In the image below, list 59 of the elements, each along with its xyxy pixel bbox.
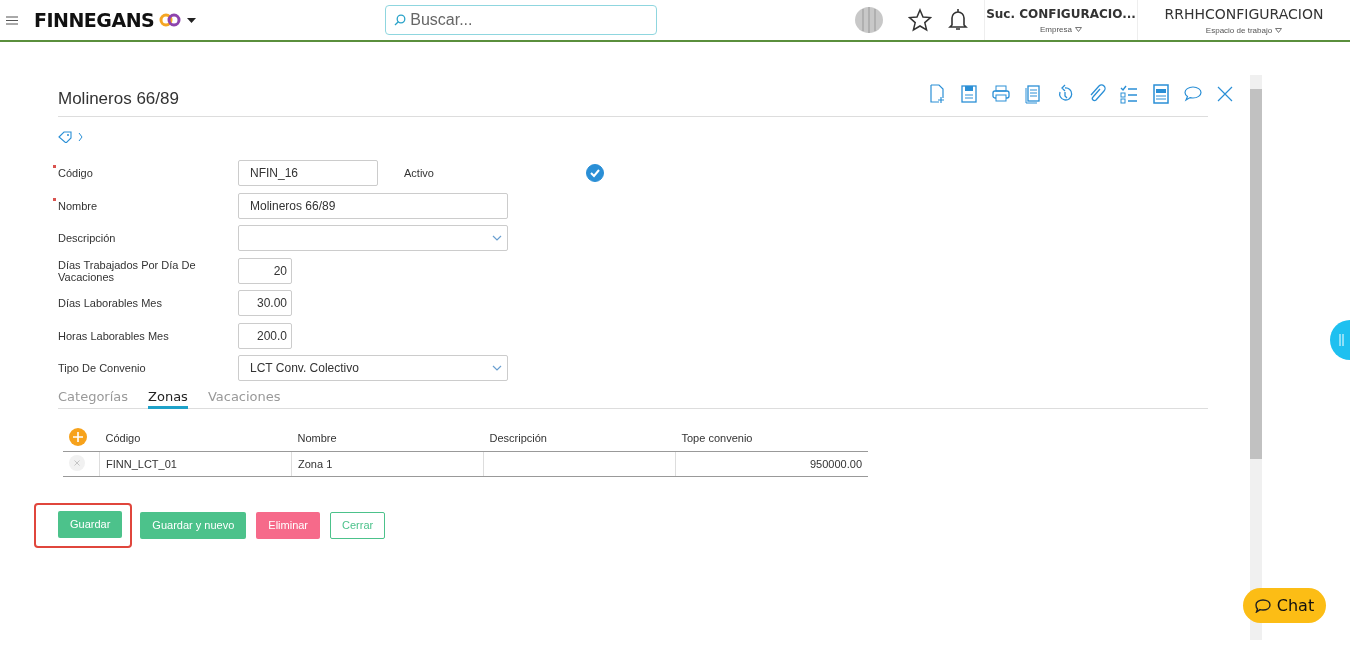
checked-circle-icon[interactable]: [586, 164, 604, 183]
menu-icon[interactable]: [6, 15, 18, 25]
tag-icon[interactable]: [58, 131, 72, 143]
chevron-down-icon[interactable]: [492, 365, 502, 372]
checklist-icon[interactable]: [1120, 84, 1138, 104]
print-icon[interactable]: [992, 84, 1010, 104]
column-header: Código: [99, 424, 292, 451]
speech-bubble-icon: [1254, 598, 1271, 613]
column-header: Descripción: [483, 424, 676, 451]
side-panel-handle-icon[interactable]: [1328, 320, 1350, 360]
input-field[interactable]: NFIN_16: [238, 160, 378, 187]
company-name[interactable]: Suc. CONFIGURACIO...: [986, 6, 1136, 21]
table-cell: 950000.00: [675, 451, 868, 476]
bell-icon[interactable]: [948, 8, 968, 32]
caret-icon[interactable]: [187, 17, 197, 23]
column-header: Nombre: [291, 424, 484, 451]
save-icon[interactable]: [960, 84, 978, 104]
document-icon[interactable]: [1152, 84, 1170, 104]
input-field[interactable]: Molineros 66/89: [238, 192, 508, 219]
field-label: Días Trabajados Por Día De Vacaciones: [58, 258, 196, 283]
field-label: Descripción: [58, 232, 116, 245]
search-icon: [394, 14, 407, 26]
company-label[interactable]: Empresa: [1040, 24, 1072, 34]
column-header: Tope convenio: [675, 424, 868, 451]
field-label: Tipo De Convenio: [58, 362, 146, 375]
star-icon[interactable]: [908, 8, 932, 32]
close-icon[interactable]: [1216, 84, 1234, 104]
workspace-name[interactable]: RRHHCONFIGURACION: [1164, 5, 1324, 22]
input-field[interactable]: 200.0: [238, 322, 292, 349]
chevron-down-icon[interactable]: [492, 235, 502, 242]
logo-icon: [159, 13, 182, 27]
field-label: Nombre: [58, 199, 98, 212]
history-icon[interactable]: [1056, 84, 1074, 104]
chat-button[interactable]: Chat: [1243, 588, 1326, 623]
input-field[interactable]: 30.00: [238, 290, 292, 317]
comment-icon[interactable]: [1184, 84, 1202, 104]
table-cell: FINN_LCT_01: [99, 451, 292, 476]
new-document-icon[interactable]: [928, 84, 946, 104]
add-icon[interactable]: [69, 427, 87, 446]
remove-icon[interactable]: [69, 454, 85, 471]
field-label: Días Laborables Mes: [58, 297, 162, 310]
chevron-right-icon[interactable]: [78, 132, 83, 142]
record-title: Molineros 66/89: [58, 89, 179, 109]
field-label: Horas Laborables Mes: [58, 329, 169, 342]
workspace-label[interactable]: Espacio de trabajo: [1205, 25, 1273, 35]
input-field[interactable]: LCT Conv. Colectivo: [238, 355, 508, 382]
table-cell: Zona 1: [291, 451, 484, 476]
attachment-icon[interactable]: [1088, 84, 1106, 104]
input-field[interactable]: 20: [238, 257, 292, 284]
loading-blob-icon: [854, 6, 884, 34]
search-field[interactable]: Buscar...: [385, 5, 658, 35]
brand-logo-text[interactable]: FINNEGANS: [34, 9, 155, 31]
copy-icon[interactable]: [1024, 84, 1042, 104]
scrollbar[interactable]: [1250, 75, 1262, 640]
input-field[interactable]: [238, 225, 508, 252]
scrollbar-thumb[interactable]: [1250, 89, 1262, 459]
field-label: Activo: [404, 167, 435, 180]
field-label: Código: [58, 167, 93, 180]
tab[interactable]: Zonas: [148, 386, 188, 409]
